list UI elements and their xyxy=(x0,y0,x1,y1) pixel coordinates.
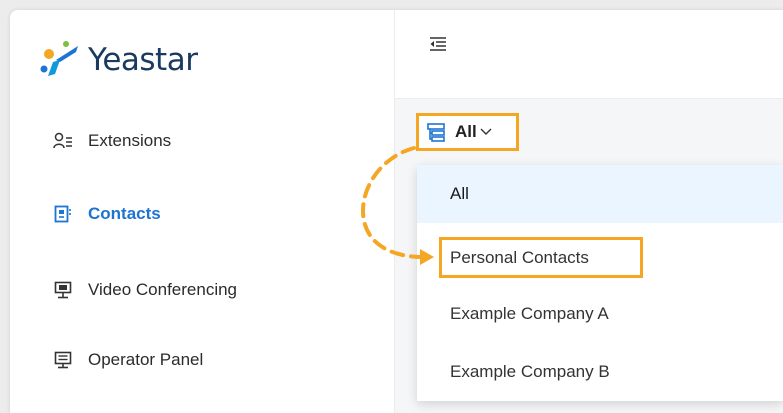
annotation-arrow-icon xyxy=(361,146,434,265)
app-window: Yeastar Extensions Contacts Video Confer… xyxy=(10,10,783,413)
